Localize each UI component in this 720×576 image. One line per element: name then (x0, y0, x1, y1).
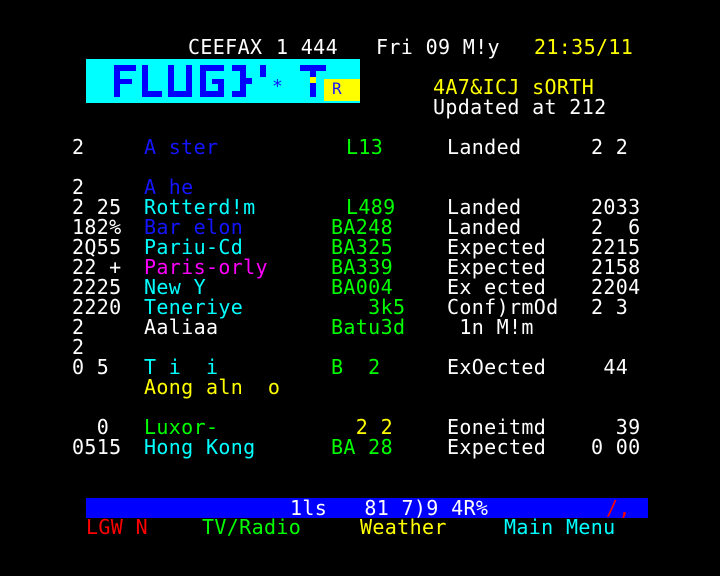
header-date: Fri 09 M!y (376, 35, 500, 59)
flight-row: 2 (72, 337, 648, 357)
flight-number: B 2 (331, 355, 381, 379)
fastext-cyan-link[interactable]: Main Menu (504, 517, 616, 537)
flight-status-time: 2033 (591, 195, 641, 219)
flight-row: 182% Bar elon BA248 Landed 2 6 (72, 217, 648, 237)
teletext-screen: CEEFAX 1 444 Fri 09 M!y 21:35/11 * R 4A7… (0, 0, 720, 576)
header-row: CEEFAX 1 444 Fri 09 M!y 21:35/11 (72, 37, 648, 57)
flight-status-time: 44 (591, 355, 629, 379)
flight-row: 22 + Paris-orly BA339 Expected 2158 (72, 257, 648, 277)
flight-status: Landed (447, 195, 522, 219)
flight-time: 2225 (72, 275, 122, 299)
flight-status: Expected (447, 255, 547, 279)
flight-time: 22 + (72, 255, 122, 279)
flight-destination: New Y (144, 275, 206, 299)
flight-destination: A he (144, 175, 194, 199)
flight-row: 2 A he (72, 177, 648, 197)
flight-time: 0515 (72, 435, 122, 459)
flight-status-time: 39 (591, 415, 641, 439)
flight-status-time: 2204 (591, 275, 641, 299)
flight-status: Expected (447, 235, 547, 259)
flight-row: Aong aln o (72, 377, 648, 397)
flight-status-time: 2215 (591, 235, 641, 259)
flight-status: Expected (447, 435, 547, 459)
flight-destination: Rotterd!m (144, 195, 256, 219)
flight-destination: A ster (144, 135, 219, 159)
flight-time: 2Q55 (72, 235, 122, 259)
flight-time: 2 (72, 315, 85, 339)
flight-status-time: 2158 (591, 255, 641, 279)
flight-number: BA325 (331, 235, 393, 259)
flight-time: 182% (72, 215, 122, 239)
flight-row: 0515 Hong Kong BA 28 Expected 0 00 (72, 437, 648, 457)
flight-destination: Aaliaa (144, 315, 219, 339)
board-title: 4A7&ICJ sORTH (433, 75, 595, 99)
flight-time: 2220 (72, 295, 122, 319)
flight-destination: Paris-orly (144, 255, 268, 279)
flight-destination: Luxor- (144, 415, 219, 439)
subheader-title-row: 4A7&ICJ sORTH (72, 77, 648, 97)
flight-number: BA339 (331, 255, 393, 279)
flight-number: BA248 (331, 215, 393, 239)
page-number: 1 444 (276, 35, 338, 59)
flight-time: 2 (72, 335, 85, 359)
flight-number: L489 (346, 195, 396, 219)
flight-row: 2 Aaliaa Batu3d 1n M!m (72, 317, 648, 337)
flight-number: 3k5 (331, 295, 406, 319)
fastext-green-link[interactable]: TV/Radio (202, 517, 301, 537)
flight-status: Conf)rmOd (447, 295, 559, 319)
flight-row: 2Q55 Pariu-Cd BA325 Expected 2215 (72, 237, 648, 257)
flight-number: L13 (346, 135, 384, 159)
flight-destination: Bar elon (144, 215, 244, 239)
flight-status: 1n M!m (447, 315, 534, 339)
flight-row: 0 Luxor- 2 2 Eoneitmd 39 (72, 417, 648, 437)
flight-number: BA004 (331, 275, 393, 299)
flight-destination: Pariu-Cd (144, 235, 244, 259)
updated-time: Updated at 212 (433, 95, 607, 119)
service-name: CEEFAX (188, 35, 263, 59)
flight-status-time: 2 6 (591, 215, 641, 239)
flight-status: ExOected (447, 355, 547, 379)
fastext-bar: LGW N TV/Radio Weather Main Menu (72, 517, 648, 537)
flight-destination: Aong aln o (144, 375, 281, 399)
flight-destination: Teneriye (144, 295, 244, 319)
flight-status: Ex ected (447, 275, 547, 299)
flight-number: BA 28 (331, 435, 393, 459)
fastext-red-link[interactable]: LGW N (86, 517, 148, 537)
fastext-yellow-link[interactable]: Weather (360, 517, 447, 537)
flight-status: Landed (447, 135, 522, 159)
flight-status: Eoneitmd (447, 415, 547, 439)
flight-number: Batu3d (331, 315, 406, 339)
flight-status-time: 2 3 (591, 295, 629, 319)
flight-time: 2 (72, 175, 85, 199)
flight-row: 0 5 T i i B 2 ExOected 44 (72, 357, 648, 377)
flight-row: 2220 Teneriye 3k5 Conf)rmOd 2 3 (72, 297, 648, 317)
flight-destination: T i i (144, 355, 219, 379)
flight-status-time: 0 00 (591, 435, 641, 459)
flight-number: 2 2 (331, 415, 393, 439)
flight-row: 2225 New Y BA004 Ex ected 2204 (72, 277, 648, 297)
flight-time: 0 (72, 415, 110, 439)
flight-time: 2 (72, 135, 85, 159)
flight-status: Landed (447, 215, 522, 239)
flight-time: 2 25 (72, 195, 122, 219)
flight-time: 0 5 (72, 355, 110, 379)
flight-row: 2 25 Rotterd!m L489 Landed 2033 (72, 197, 648, 217)
header-clock: 21:35/11 (534, 35, 634, 59)
flight-destination: Hong Kong (144, 435, 256, 459)
subheader-updated-row: Updated at 212 (72, 97, 648, 117)
flight-row: 2 A ster L13 Landed 2 2 (72, 137, 648, 157)
flight-status-time: 2 2 (591, 135, 629, 159)
